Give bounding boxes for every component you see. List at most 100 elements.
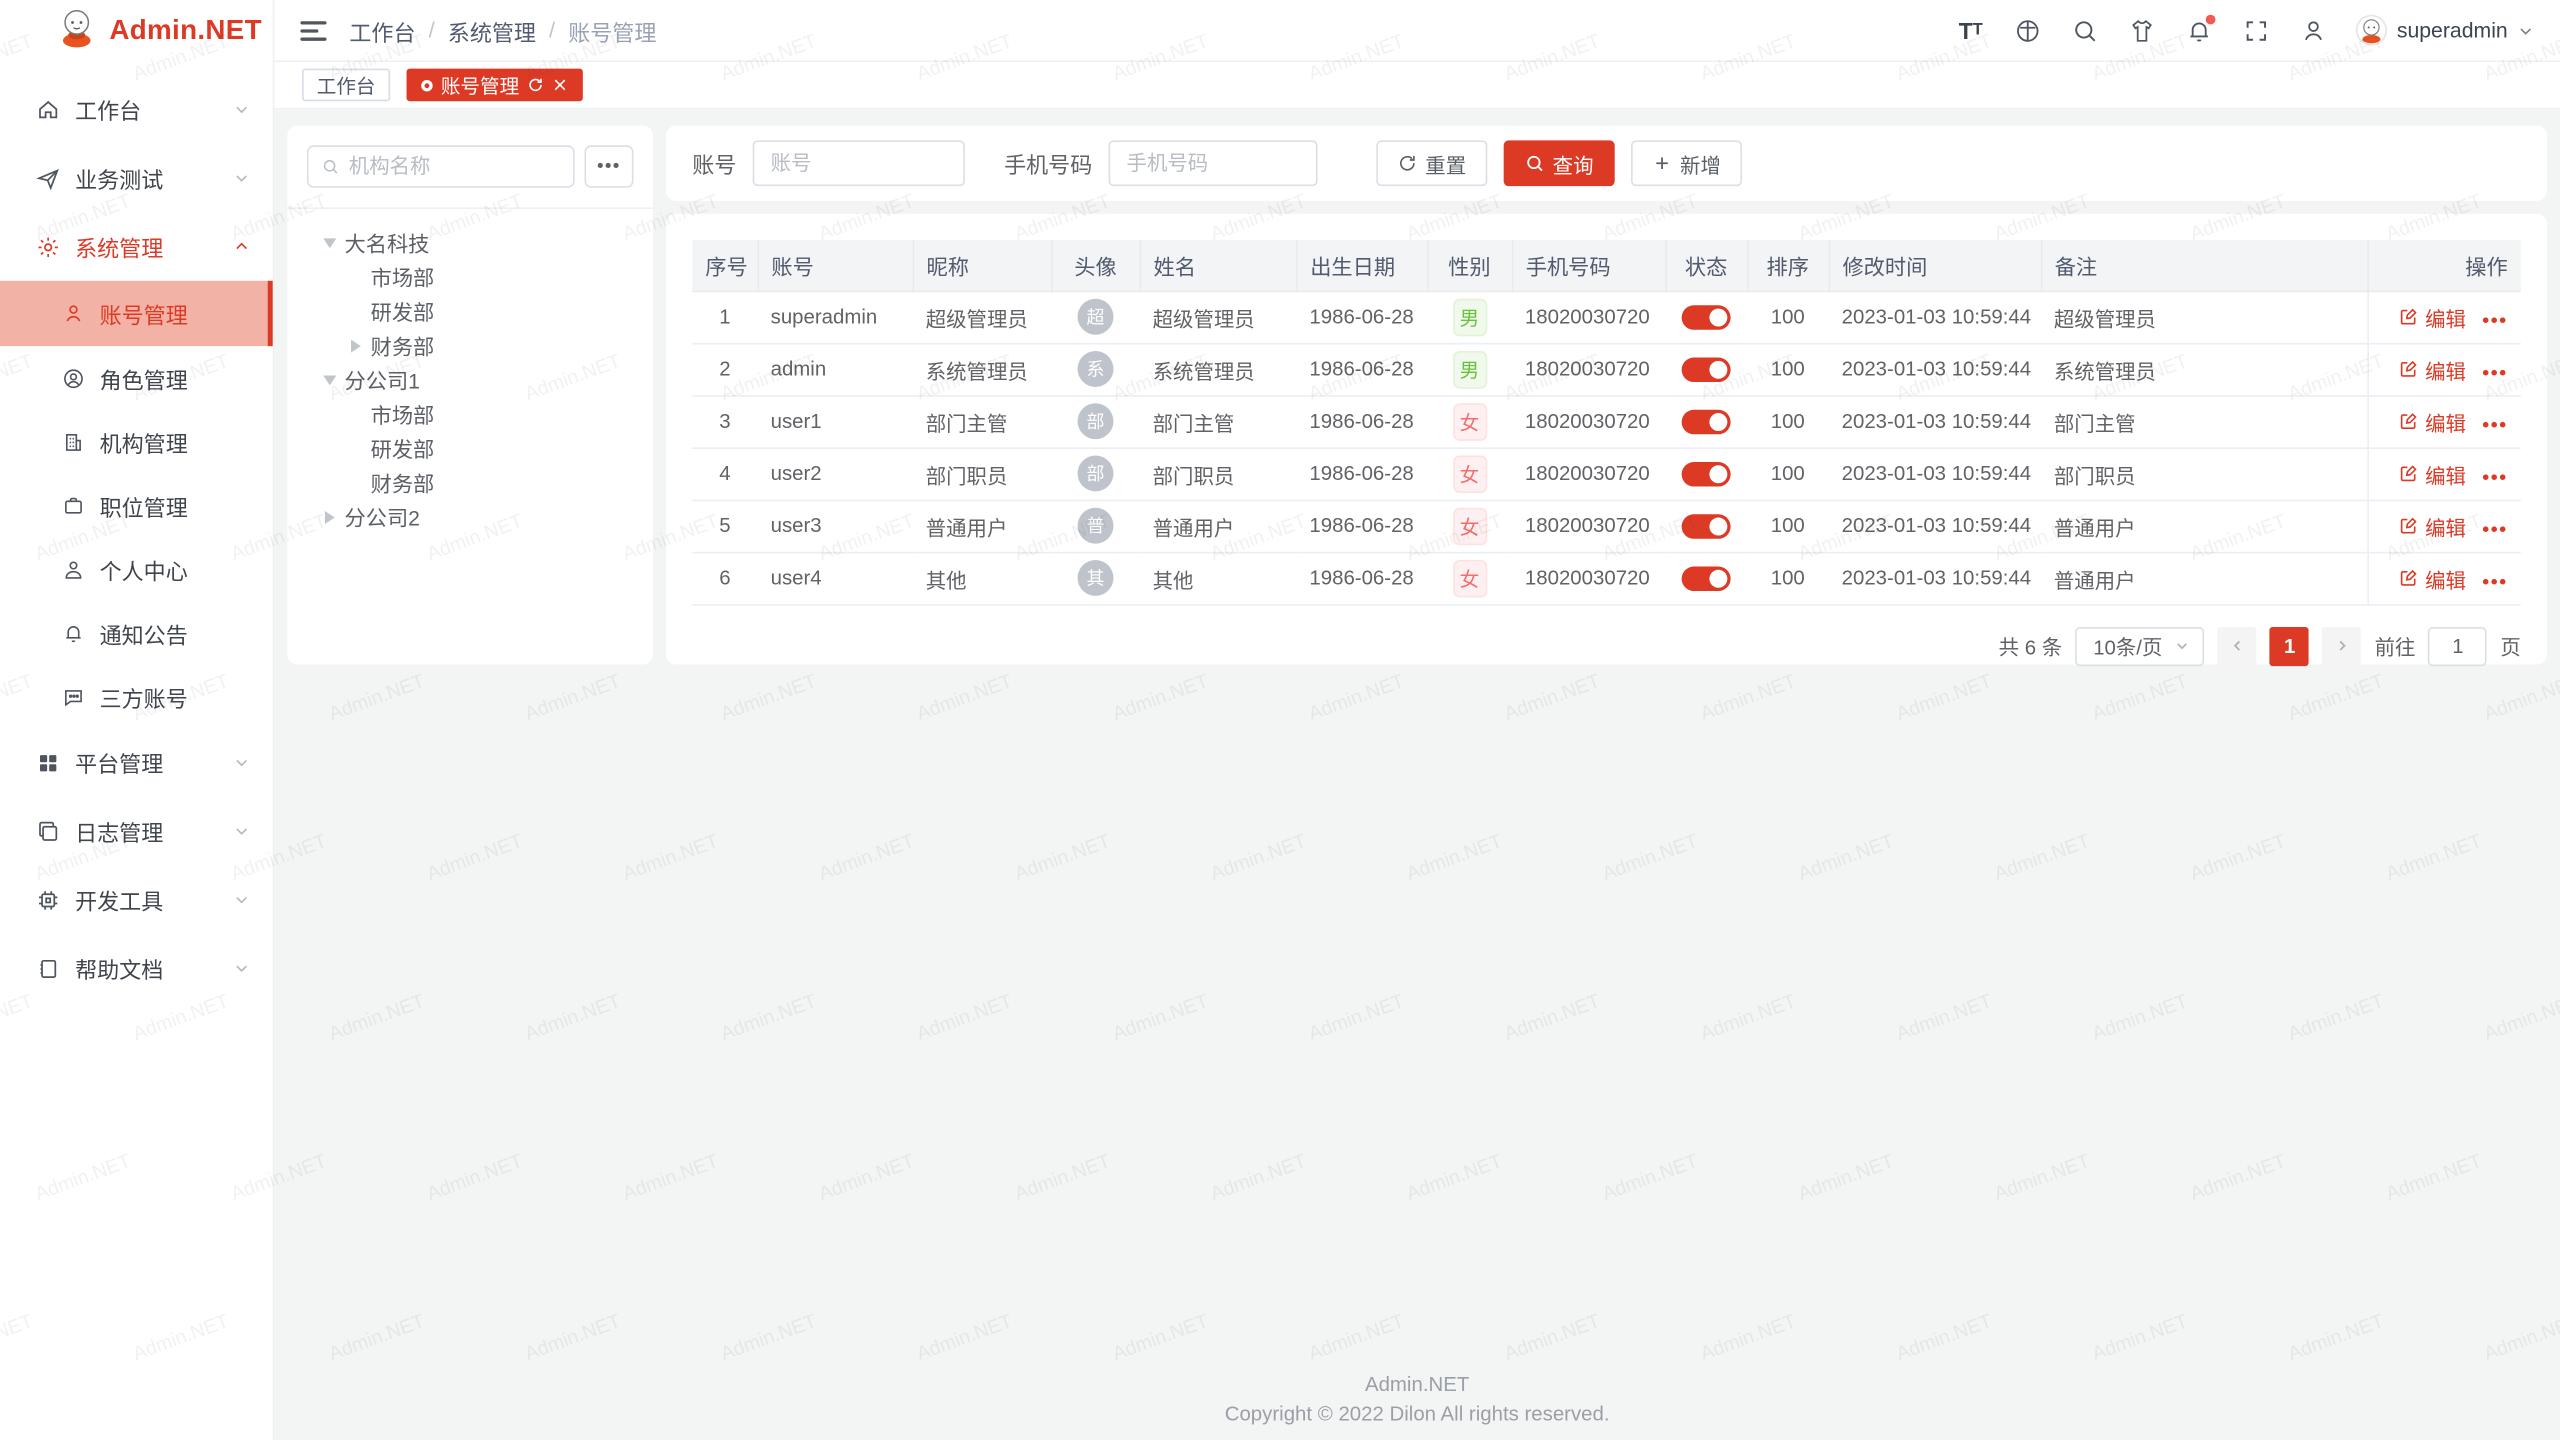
user-menu[interactable]: superadmin	[2356, 15, 2534, 46]
cell-remark: 部门主管	[2041, 395, 2368, 447]
sidebar-item-platform[interactable]: 平台管理	[0, 728, 273, 797]
status-toggle[interactable]	[1682, 566, 1731, 590]
goto-page-input[interactable]	[2429, 626, 2488, 665]
tree-node[interactable]: 分公司1	[307, 362, 634, 396]
chevron-down-icon	[2518, 22, 2534, 38]
sidebar-item-label: 日志管理	[75, 815, 163, 848]
search-button[interactable]: 查询	[1504, 140, 1615, 186]
breadcrumb-item[interactable]: 工作台	[349, 14, 415, 47]
table-header-row: 序号账号昵称头像姓名出生日期性别手机号码状态排序修改时间备注操作	[692, 240, 2521, 291]
org-more-button[interactable]: •••	[584, 145, 633, 187]
reset-button[interactable]: 重置	[1376, 140, 1487, 186]
status-toggle[interactable]	[1682, 305, 1731, 329]
refresh-icon	[1398, 153, 1418, 173]
status-toggle[interactable]	[1682, 461, 1731, 485]
accounts-table: 序号账号昵称头像姓名出生日期性别手机号码状态排序修改时间备注操作 1supera…	[692, 240, 2521, 605]
cell-remark: 部门职员	[2041, 447, 2368, 499]
tree-caret-icon[interactable]	[320, 375, 340, 385]
row-more-button[interactable]: •••	[2482, 361, 2507, 384]
status-toggle[interactable]	[1682, 357, 1731, 381]
add-button[interactable]: 新增	[1631, 140, 1742, 186]
tab-account-management[interactable]: 账号管理	[407, 69, 583, 102]
edit-button[interactable]: 编辑	[2399, 406, 2466, 437]
font-size-icon[interactable]: TT	[1956, 16, 1985, 45]
total-count: 共 6 条	[1999, 630, 2063, 661]
phone-filter-label: 手机号码	[1004, 147, 1092, 180]
tree-node[interactable]: 市场部	[307, 260, 634, 294]
sidebar: Admin.NET 工作台业务测试系统管理账号管理角色管理机构管理职位管理个人中…	[0, 0, 274, 1440]
edit-button[interactable]: 编辑	[2399, 510, 2466, 541]
tree-node[interactable]: 财务部	[307, 465, 634, 499]
search-icon[interactable]	[2070, 16, 2099, 45]
tree-caret-icon[interactable]	[346, 339, 366, 352]
collapse-menu-icon[interactable]	[300, 20, 326, 40]
sidebar-subitem-org[interactable]: 机构管理	[0, 410, 273, 474]
sidebar-subitem-account[interactable]: 账号管理	[0, 281, 273, 346]
tab-workbench[interactable]: 工作台	[302, 69, 390, 102]
gender-tag: 男	[1452, 298, 1486, 336]
tree-caret-icon[interactable]	[320, 510, 340, 523]
refresh-icon[interactable]	[527, 77, 543, 93]
sidebar-subitem-third-account[interactable]: 三方账号	[0, 664, 273, 728]
row-more-button[interactable]: •••	[2482, 413, 2507, 436]
phone-filter-input[interactable]	[1109, 140, 1318, 186]
sidebar-subitem-position[interactable]: 职位管理	[0, 473, 273, 537]
avatar: 系	[1078, 351, 1114, 387]
status-toggle[interactable]	[1682, 409, 1731, 433]
notification-icon[interactable]	[2185, 16, 2214, 45]
profile-icon[interactable]	[2299, 16, 2328, 45]
cell-modified-time: 2023-01-03 10:59:44	[1829, 395, 2041, 447]
cell-actions: 编辑 •••	[2367, 395, 2520, 447]
tree-node[interactable]: 市场部	[307, 397, 634, 431]
page-size-select[interactable]: 10条/页	[2075, 626, 2205, 665]
sidebar-item-workbench[interactable]: 工作台	[0, 75, 273, 144]
close-icon[interactable]	[552, 77, 568, 93]
sidebar-subitem-role[interactable]: 角色管理	[0, 346, 273, 410]
sidebar-item-help-docs[interactable]: 帮助文档	[0, 934, 273, 1003]
row-more-button[interactable]: •••	[2482, 465, 2507, 488]
cell-avatar: 部	[1051, 447, 1139, 499]
current-page-button[interactable]: 1	[2270, 626, 2309, 665]
edit-button[interactable]: 编辑	[2399, 458, 2466, 489]
sidebar-subitem-label: 通知公告	[100, 616, 188, 649]
sidebar-subitem-personal[interactable]: 个人中心	[0, 537, 273, 601]
breadcrumb-item[interactable]: 系统管理	[448, 14, 536, 47]
cell-account: user3	[758, 500, 913, 552]
sidebar-subitem-notice[interactable]: 通知公告	[0, 601, 273, 665]
cell-name: 其他	[1140, 552, 1297, 604]
theme-icon[interactable]	[2127, 16, 2156, 45]
search-icon	[322, 157, 339, 177]
status-toggle[interactable]	[1682, 514, 1731, 538]
language-icon[interactable]	[2013, 16, 2042, 45]
topbar-tools: TT	[1956, 15, 2534, 46]
tree-node[interactable]: 分公司2	[307, 500, 634, 534]
table-row: 5user3普通用户普普通用户1986-06-28女18020030720100…	[692, 500, 2521, 552]
column-header: 姓名	[1140, 240, 1297, 291]
sidebar-item-system[interactable]: 系统管理	[0, 212, 273, 281]
row-more-button[interactable]: •••	[2482, 570, 2507, 593]
sidebar-item-logs[interactable]: 日志管理	[0, 797, 273, 866]
tree-node[interactable]: 财务部	[307, 328, 634, 362]
next-page-button[interactable]	[2322, 626, 2361, 665]
prev-page-button[interactable]	[2218, 626, 2257, 665]
edit-button[interactable]: 编辑	[2399, 301, 2466, 332]
fullscreen-icon[interactable]	[2242, 16, 2271, 45]
edit-button[interactable]: 编辑	[2399, 353, 2466, 384]
tree-node-label: 研发部	[371, 296, 435, 327]
tree-caret-icon[interactable]	[320, 238, 340, 248]
sidebar-item-devtools[interactable]: 开发工具	[0, 865, 273, 934]
tree-node[interactable]: 研发部	[307, 294, 634, 328]
org-search-input[interactable]	[349, 155, 560, 178]
tree-node[interactable]: 研发部	[307, 431, 634, 465]
row-more-button[interactable]: •••	[2482, 309, 2507, 332]
logo[interactable]: Admin.NET	[0, 0, 273, 62]
plus-icon	[1652, 153, 1672, 173]
cell-gender: 男	[1427, 291, 1512, 343]
tree-node[interactable]: 大名科技	[307, 225, 634, 259]
sidebar-item-business-test[interactable]: 业务测试	[0, 144, 273, 213]
column-header: 头像	[1051, 240, 1139, 291]
row-more-button[interactable]: •••	[2482, 518, 2507, 541]
cell-status	[1665, 395, 1747, 447]
edit-button[interactable]: 编辑	[2399, 562, 2466, 593]
account-filter-input[interactable]	[753, 140, 965, 186]
